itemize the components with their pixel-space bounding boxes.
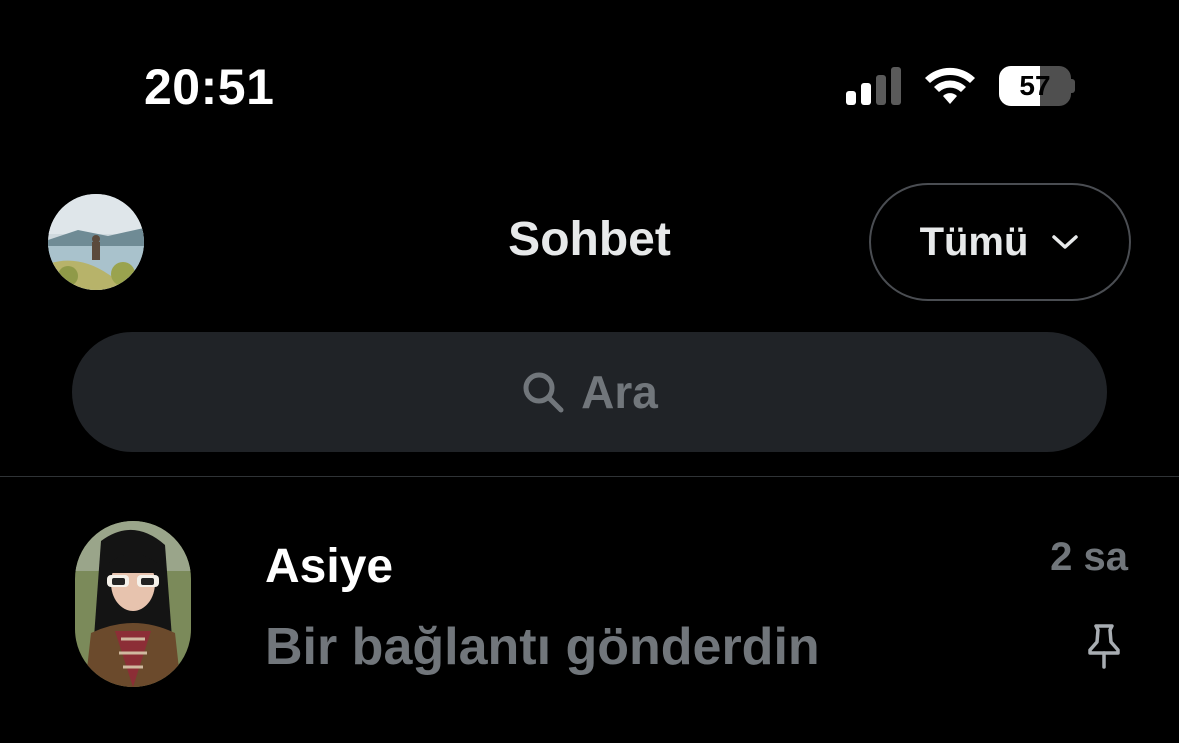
- search-icon: [523, 372, 564, 413]
- message-timestamp: 2 sa: [1050, 535, 1128, 579]
- wifi-icon: [925, 67, 975, 104]
- cellular-signal-icon: [846, 67, 901, 105]
- signal-bar: [846, 91, 856, 105]
- search-placeholder: Ara: [581, 366, 658, 418]
- chevron-down-icon: [1052, 235, 1079, 249]
- search-input[interactable]: Ara: [72, 332, 1107, 452]
- signal-bar: [891, 67, 901, 105]
- filter-dropdown-button[interactable]: Tümü: [869, 183, 1131, 301]
- message-preview: Bir bağlantı gönderdin: [265, 618, 820, 676]
- battery-level: 57: [1019, 70, 1051, 101]
- signal-bar: [876, 75, 886, 105]
- status-time: 20:51: [144, 59, 275, 115]
- battery-icon: 57: [999, 66, 1075, 106]
- pin-icon: [1088, 624, 1120, 669]
- signal-bar: [861, 83, 871, 105]
- filter-label: Tümü: [919, 219, 1029, 264]
- conversation-row[interactable]: Asiye 2 sa Bir bağlantı gönderdin: [0, 477, 1179, 743]
- contact-name: Asiye: [265, 540, 394, 593]
- contact-avatar[interactable]: [75, 521, 191, 687]
- chat-screen: 20:51 57 Sohbet Tümü Ara Asiye 2 sa Bir …: [0, 0, 1179, 743]
- status-icons: 57: [846, 66, 1075, 106]
